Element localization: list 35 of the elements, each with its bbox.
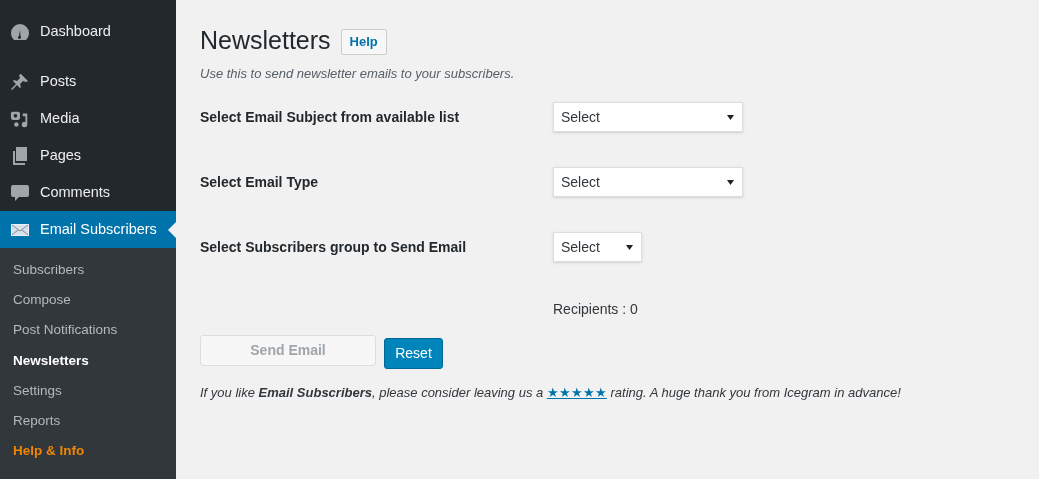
page-description: Use this to send newsletter emails to your subscribers. bbox=[200, 64, 516, 83]
field-label: Select Subscribers group to Send Email bbox=[200, 237, 468, 257]
sidebar-item[interactable]: Dashboard bbox=[0, 13, 176, 50]
select-dropdown[interactable]: Select bbox=[553, 102, 743, 132]
submenu-item[interactable]: Help & Info bbox=[0, 436, 176, 467]
gauge-icon bbox=[10, 22, 30, 41]
caret-icon bbox=[727, 179, 734, 185]
caret-icon bbox=[626, 244, 633, 250]
page-title: Newsletters bbox=[200, 25, 331, 56]
field-label: Select Email Type bbox=[200, 172, 319, 192]
speech-bubble-icon bbox=[10, 182, 30, 203]
select-dropdown[interactable]: Select bbox=[553, 167, 743, 197]
pushpin-icon bbox=[10, 71, 30, 92]
field-label: Select Email Subject from available list bbox=[200, 107, 461, 127]
envelope-icon bbox=[11, 223, 29, 236]
pages-icon bbox=[10, 145, 30, 166]
recipients-count: Recipients : 0 bbox=[553, 301, 638, 317]
reset-button[interactable]: Reset bbox=[384, 338, 443, 369]
caret-icon bbox=[727, 114, 734, 120]
sidebar-item[interactable]: Comments bbox=[0, 174, 176, 211]
rating-request-text: If you like Email Subscribers, please consider leaving us a ★★★★★ rating. A huge thank you from Icegram in advance! bbox=[200, 384, 902, 402]
sidebar-item[interactable]: Posts bbox=[0, 63, 176, 100]
submenu-item[interactable]: Post Notifications bbox=[0, 315, 176, 346]
menu-pointer-notch bbox=[168, 222, 176, 238]
sidebar-item[interactable]: Media bbox=[0, 100, 176, 137]
rating-link[interactable]: ★★★★★ bbox=[546, 385, 607, 400]
submenu-item[interactable]: Reports bbox=[0, 405, 176, 437]
submenu-item[interactable]: Subscribers bbox=[0, 255, 176, 286]
sidebar-item[interactable]: Pages bbox=[0, 137, 176, 174]
select-dropdown[interactable]: Select bbox=[553, 232, 642, 262]
help-button[interactable]: Help bbox=[340, 28, 387, 55]
submenu-item[interactable]: Compose bbox=[0, 285, 176, 316]
submenu-item[interactable]: Newsletters bbox=[0, 345, 176, 376]
sidebar-item[interactable]: Email Subscribers bbox=[0, 211, 176, 248]
submenu-item[interactable]: Settings bbox=[0, 375, 176, 406]
